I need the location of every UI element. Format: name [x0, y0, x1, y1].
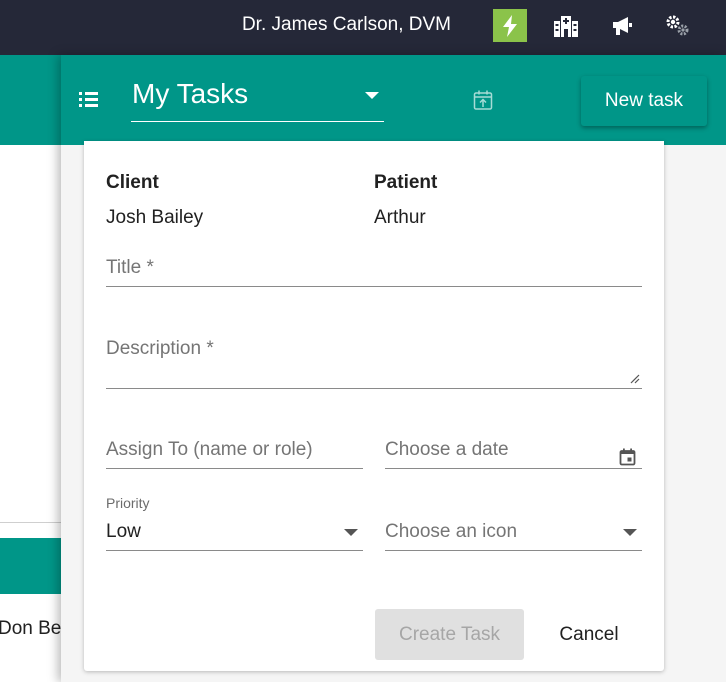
chevron-down-icon: [365, 92, 379, 99]
new-task-button[interactable]: New task: [581, 76, 707, 126]
client-label: Client: [106, 172, 159, 193]
calendar-upload-icon[interactable]: [472, 89, 494, 111]
user-name[interactable]: Dr. James Carlson, DVM: [242, 14, 451, 36]
settings-icon[interactable]: [661, 9, 695, 42]
task-form-card: Client Josh Bailey Patient Arthur Title …: [84, 141, 664, 671]
top-app-bar: Dr. James Carlson, DVM: [0, 0, 726, 55]
list-icon[interactable]: [78, 89, 100, 109]
calendar-icon[interactable]: [619, 448, 636, 466]
priority-select[interactable]: Low: [106, 513, 363, 551]
resize-handle-icon[interactable]: [630, 374, 640, 384]
title-input[interactable]: Title *: [106, 253, 642, 287]
priority-label: Priority: [106, 495, 150, 511]
hospital-icon[interactable]: [549, 9, 583, 42]
icon-select[interactable]: Choose an icon: [385, 513, 642, 551]
assign-to-placeholder: Assign To (name or role): [106, 439, 313, 460]
description-textarea[interactable]: Description *: [106, 334, 642, 389]
chevron-down-icon: [344, 529, 358, 536]
date-placeholder: Choose a date: [385, 439, 509, 460]
assign-to-input[interactable]: Assign To (name or role): [106, 435, 363, 469]
cancel-button[interactable]: Cancel: [540, 609, 638, 660]
background-divider: [0, 522, 70, 523]
icon-placeholder: Choose an icon: [385, 521, 518, 542]
background-table-header: [0, 538, 70, 594]
background-row-text: Don Ben: [0, 618, 62, 639]
megaphone-icon[interactable]: [605, 9, 639, 42]
panel-header: My Tasks New task: [61, 55, 726, 145]
task-list-select[interactable]: My Tasks: [131, 73, 384, 122]
chevron-down-icon: [623, 529, 637, 536]
patient-value: Arthur: [374, 207, 426, 228]
lightning-icon[interactable]: [493, 9, 527, 42]
date-input[interactable]: Choose a date: [385, 435, 642, 469]
description-placeholder: Description *: [106, 338, 214, 359]
patient-label: Patient: [374, 172, 438, 193]
title-placeholder: Title *: [106, 257, 154, 278]
task-list-label: My Tasks: [132, 78, 249, 109]
priority-value: Low: [106, 521, 141, 542]
create-task-button[interactable]: Create Task: [375, 609, 524, 660]
client-value: Josh Bailey: [106, 207, 204, 228]
